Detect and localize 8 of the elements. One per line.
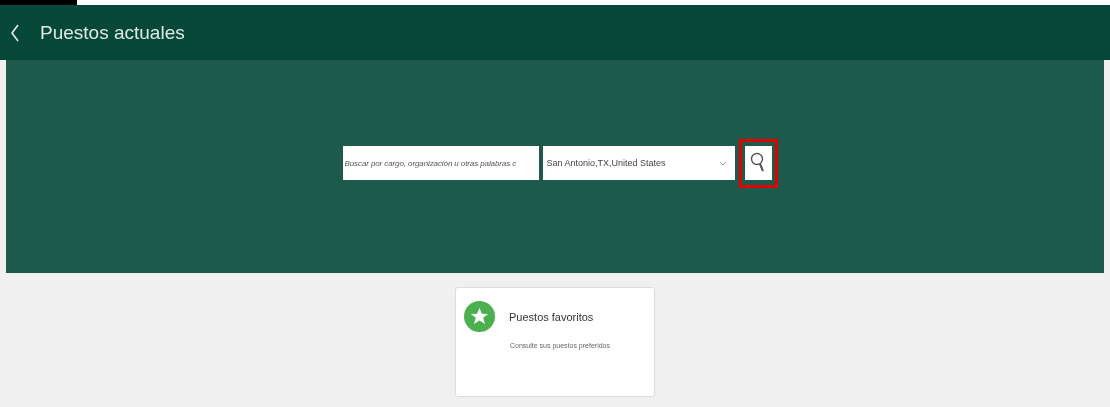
chevron-left-icon: [10, 23, 20, 42]
search-button[interactable]: [744, 146, 772, 180]
search-icon: [750, 152, 766, 174]
chevron-down-icon: [718, 160, 727, 166]
page-title: Puestos actuales: [40, 21, 185, 44]
location-dropdown[interactable]: San Antonio,TX,United States: [542, 146, 735, 180]
card-title: Puestos favoritos: [509, 310, 594, 323]
keyword-field[interactable]: Buscar por cargo, organización u otras palabras c: [342, 146, 539, 180]
